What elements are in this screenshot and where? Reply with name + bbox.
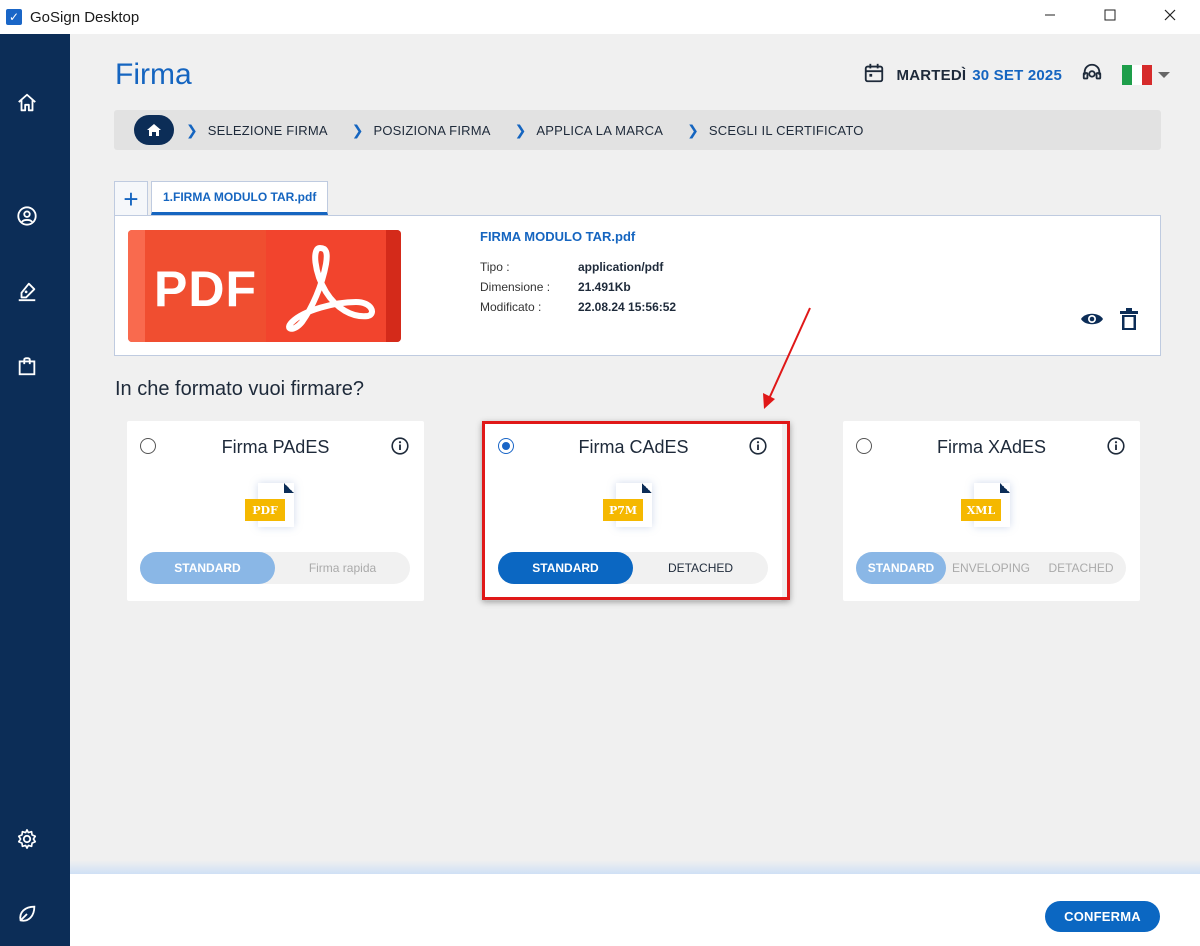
maximize-button[interactable] [1080,0,1140,30]
format-title-pades: Firma PAdES [221,437,330,457]
info-icon[interactable] [391,437,409,460]
italian-flag-icon[interactable] [1122,65,1152,85]
page-title: Firma [115,58,192,91]
pdf-thumbnail-label: PDF [154,261,257,317]
chevron-right-icon: ❯ [351,121,364,138]
bottom-action-bar: CONFERMA [70,874,1200,946]
xml-file-icon: XML [961,481,1023,535]
format-badge-xml: XML [961,499,1001,521]
leaf-icon[interactable] [15,902,39,926]
option-standard[interactable]: STANDARD [140,552,275,584]
format-card-pades[interactable]: Firma PAdES PDF STANDARD Firma rapida [127,421,424,601]
close-button[interactable] [1140,0,1200,30]
breadcrumb-home-button[interactable] [134,115,174,145]
meta-value-tipo: application/pdf [578,260,664,274]
breadcrumb-item-scegli-certificato[interactable]: SCEGLI IL CERTIFICATO [709,123,864,138]
chevron-right-icon: ❯ [514,121,527,138]
option-standard[interactable]: STANDARD [856,552,946,584]
chevron-right-icon: ❯ [687,121,699,138]
home-icon [147,124,161,136]
minimize-button[interactable] [1020,0,1080,30]
xades-option-toggle: STANDARD ENVELOPING DETACHED [856,552,1126,584]
language-dropdown-icon[interactable] [1158,72,1170,78]
breadcrumb: ❯ SELEZIONE FIRMA ❯ POSIZIONA FIRMA ❯ AP… [114,110,1161,150]
meta-label-dimensione: Dimensione : [480,280,551,294]
app-checkbox-icon: ✓ [6,9,22,25]
acrobat-logo-icon [286,245,375,332]
file-actions [1080,308,1138,335]
sign-pen-icon[interactable] [15,279,39,303]
chevron-right-icon: ❯ [186,121,198,138]
breadcrumb-item-applica-marca[interactable]: APPLICA LA MARCA [536,123,663,138]
format-question: In che formato vuoi firmare? [115,378,364,400]
breadcrumb-item-posiziona-firma[interactable]: POSIZIONA FIRMA [374,123,491,138]
settings-gear-icon[interactable] [15,827,39,851]
user-icon[interactable] [15,204,39,228]
preview-eye-icon[interactable] [1080,311,1104,332]
support-headset-icon[interactable] [1080,62,1104,89]
maximize-icon [1104,9,1116,21]
close-icon [1164,9,1176,21]
meta-value-dimensione: 21.491Kb [578,280,631,294]
annotation-arrow-icon [763,307,811,409]
home-icon[interactable] [15,91,39,115]
window-controls [1020,0,1200,34]
minimize-icon [1045,14,1055,16]
confirm-button[interactable]: CONFERMA [1045,901,1160,932]
pades-option-toggle: STANDARD Firma rapida [140,552,410,584]
title-bar: ✓ GoSign Desktop [0,0,1200,34]
format-badge-pdf: PDF [245,499,285,521]
shopping-bag-icon[interactable] [15,354,39,378]
info-icon[interactable] [1107,437,1125,460]
option-firma-rapida[interactable]: Firma rapida [275,552,410,584]
add-file-button[interactable]: + [114,181,148,215]
meta-label-modificato: Modificato : [480,300,542,314]
file-card: PDF FIRMA MODULO TAR.pdf Tipo : applicat… [114,215,1161,356]
calendar-icon [863,62,885,89]
annotation-highlight-box [482,421,790,600]
bottom-bar-shadow [70,860,1200,874]
meta-value-modificato: 22.08.24 15:56:52 [578,300,677,314]
tab-file[interactable]: 1.FIRMA MODULO TAR.pdf [151,181,329,215]
pdf-thumbnail: PDF [128,230,401,342]
pdf-file-icon: PDF [245,481,307,535]
file-name: FIRMA MODULO TAR.pdf [480,229,636,244]
format-card-xades[interactable]: Firma XAdES XML STANDARD ENVELOPING DETA… [843,421,1140,601]
header-date-area: MARTEDÌ 30 SET 2025 [863,60,1170,90]
date-weekday: MARTEDÌ [896,66,967,84]
date-day: 30 SET 2025 [972,66,1062,84]
option-enveloping[interactable]: ENVELOPING [946,552,1036,584]
breadcrumb-item-selezione-firma[interactable]: SELEZIONE FIRMA [208,123,328,138]
window-title: GoSign Desktop [30,8,140,26]
delete-trash-icon[interactable] [1120,308,1138,335]
sidebar [0,34,70,946]
meta-label-tipo: Tipo : [480,260,510,274]
format-title-xades: Firma XAdES [936,437,1047,457]
option-detached[interactable]: DETACHED [1036,552,1126,584]
